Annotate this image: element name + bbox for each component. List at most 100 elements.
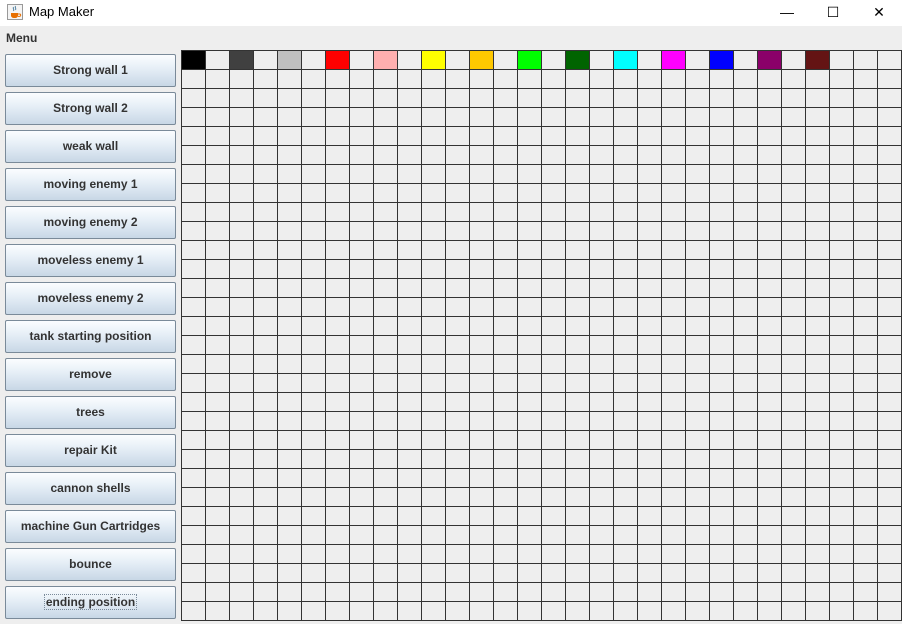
map-cell[interactable]	[206, 260, 230, 279]
map-cell[interactable]	[518, 469, 542, 488]
map-cell[interactable]	[590, 583, 614, 602]
map-cell[interactable]	[206, 165, 230, 184]
map-cell[interactable]	[182, 317, 206, 336]
map-cell[interactable]	[446, 412, 470, 431]
map-cell[interactable]	[374, 545, 398, 564]
map-cell[interactable]	[182, 146, 206, 165]
map-cell[interactable]	[686, 526, 710, 545]
map-cell[interactable]	[398, 127, 422, 146]
map-cell[interactable]	[734, 488, 758, 507]
map-cell[interactable]	[638, 165, 662, 184]
map-cell[interactable]	[878, 507, 902, 526]
map-cell[interactable]	[782, 317, 806, 336]
palette-color-swatch[interactable]	[566, 51, 590, 70]
map-cell[interactable]	[230, 545, 254, 564]
map-cell[interactable]	[398, 51, 422, 70]
map-cell[interactable]	[422, 374, 446, 393]
map-cell[interactable]	[278, 184, 302, 203]
map-cell[interactable]	[302, 564, 326, 583]
map-cell[interactable]	[422, 488, 446, 507]
map-cell[interactable]	[470, 488, 494, 507]
map-cell[interactable]	[278, 469, 302, 488]
map-cell[interactable]	[566, 70, 590, 89]
map-cell[interactable]	[206, 336, 230, 355]
map-cell[interactable]	[470, 70, 494, 89]
map-cell[interactable]	[206, 317, 230, 336]
map-cell[interactable]	[326, 469, 350, 488]
map-cell[interactable]	[590, 374, 614, 393]
map-cell[interactable]	[230, 526, 254, 545]
map-cell[interactable]	[782, 507, 806, 526]
map-cell[interactable]	[758, 336, 782, 355]
map-cell[interactable]	[422, 260, 446, 279]
map-cell[interactable]	[854, 203, 878, 222]
map-cell[interactable]	[614, 70, 638, 89]
map-cell[interactable]	[662, 222, 686, 241]
map-cell[interactable]	[830, 526, 854, 545]
map-cell[interactable]	[662, 564, 686, 583]
map-cell[interactable]	[734, 184, 758, 203]
map-cell[interactable]	[350, 260, 374, 279]
map-cell[interactable]	[278, 355, 302, 374]
map-cell[interactable]	[422, 450, 446, 469]
map-cell[interactable]	[302, 488, 326, 507]
map-cell[interactable]	[878, 241, 902, 260]
map-cell[interactable]	[782, 336, 806, 355]
map-cell[interactable]	[350, 89, 374, 108]
map-cell[interactable]	[206, 507, 230, 526]
map-cell[interactable]	[398, 488, 422, 507]
map-cell[interactable]	[374, 336, 398, 355]
map-cell[interactable]	[374, 165, 398, 184]
map-cell[interactable]	[782, 184, 806, 203]
map-cell[interactable]	[854, 146, 878, 165]
map-cell[interactable]	[806, 203, 830, 222]
map-cell[interactable]	[278, 298, 302, 317]
map-cell[interactable]	[326, 279, 350, 298]
map-cell[interactable]	[734, 165, 758, 184]
map-cell[interactable]	[590, 469, 614, 488]
map-cell[interactable]	[230, 165, 254, 184]
map-cell[interactable]	[494, 279, 518, 298]
map-cell[interactable]	[854, 374, 878, 393]
map-cell[interactable]	[638, 89, 662, 108]
map-cell[interactable]	[638, 583, 662, 602]
map-cell[interactable]	[878, 222, 902, 241]
map-cell[interactable]	[734, 51, 758, 70]
map-cell[interactable]	[590, 89, 614, 108]
map-cell[interactable]	[302, 469, 326, 488]
map-cell[interactable]	[854, 51, 878, 70]
map-cell[interactable]	[878, 431, 902, 450]
map-cell[interactable]	[734, 203, 758, 222]
map-cell[interactable]	[878, 260, 902, 279]
map-cell[interactable]	[302, 146, 326, 165]
map-cell[interactable]	[686, 279, 710, 298]
map-cell[interactable]	[686, 336, 710, 355]
map-cell[interactable]	[182, 222, 206, 241]
map-cell[interactable]	[230, 298, 254, 317]
map-cell[interactable]	[878, 545, 902, 564]
map-cell[interactable]	[734, 89, 758, 108]
map-cell[interactable]	[182, 108, 206, 127]
map-cell[interactable]	[230, 70, 254, 89]
map-cell[interactable]	[374, 203, 398, 222]
map-cell[interactable]	[470, 108, 494, 127]
map-cell[interactable]	[614, 89, 638, 108]
map-cell[interactable]	[638, 241, 662, 260]
map-cell[interactable]	[254, 488, 278, 507]
map-cell[interactable]	[326, 222, 350, 241]
map-cell[interactable]	[278, 89, 302, 108]
map-cell[interactable]	[350, 51, 374, 70]
map-cell[interactable]	[614, 279, 638, 298]
map-cell[interactable]	[686, 260, 710, 279]
map-cell[interactable]	[542, 450, 566, 469]
map-cell[interactable]	[686, 412, 710, 431]
map-cell[interactable]	[758, 412, 782, 431]
map-cell[interactable]	[302, 526, 326, 545]
map-cell[interactable]	[278, 412, 302, 431]
map-cell[interactable]	[686, 127, 710, 146]
map-cell[interactable]	[734, 127, 758, 146]
map-cell[interactable]	[398, 374, 422, 393]
map-cell[interactable]	[878, 89, 902, 108]
map-cell[interactable]	[350, 488, 374, 507]
map-cell[interactable]	[206, 564, 230, 583]
